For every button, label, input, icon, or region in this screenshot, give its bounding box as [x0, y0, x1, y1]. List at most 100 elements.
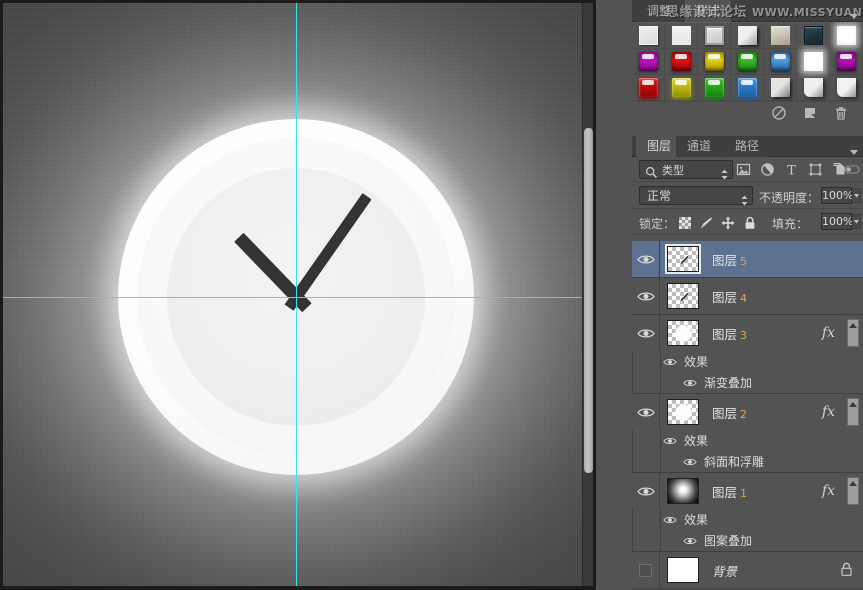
- layer-list[interactable]: 图层 5 图层 4 图层 3 fx 效果 渐变叠加 图层 2 fx 效果 斜面和浮雕 图层 1…: [632, 241, 863, 590]
- layer-thumbnail[interactable]: [667, 320, 699, 346]
- style-swatch[interactable]: [731, 49, 764, 75]
- style-swatch[interactable]: [698, 49, 731, 75]
- document-canvas[interactable]: [3, 3, 587, 586]
- layer-locked-icon[interactable]: [840, 562, 853, 577]
- layer-effects-group-row[interactable]: 效果: [632, 509, 863, 530]
- layer-row[interactable]: 图层 2 fx: [632, 394, 863, 430]
- layer-name[interactable]: 图层 5: [712, 250, 747, 269]
- style-red-gel: [671, 52, 691, 71]
- style-swatch[interactable]: [731, 23, 764, 49]
- tab-styles[interactable]: 样式: [685, 0, 732, 22]
- tab-channels[interactable]: 通道: [676, 136, 723, 157]
- layer-name-text: 图层: [712, 484, 738, 500]
- layer-filter-select[interactable]: 类型: [639, 160, 733, 180]
- layer-thumbnail[interactable]: [667, 557, 699, 583]
- layer-effect-row[interactable]: 斜面和浮雕: [632, 451, 863, 472]
- layer-effects-group-row[interactable]: 效果: [632, 430, 863, 451]
- trash-icon[interactable]: [833, 105, 849, 121]
- style-swatch[interactable]: [632, 23, 665, 49]
- effect-visibility-toggle[interactable]: [681, 455, 699, 469]
- panel-menu-icon[interactable]: [849, 142, 859, 155]
- new-style-icon[interactable]: [802, 105, 818, 121]
- layer-effect-row[interactable]: 渐变叠加: [632, 372, 863, 393]
- style-swatch[interactable]: [665, 23, 698, 49]
- layer-thumbnail[interactable]: [665, 244, 701, 274]
- effects-visibility-toggle[interactable]: [661, 434, 679, 448]
- style-swatch[interactable]: [830, 75, 863, 101]
- move-icon[interactable]: [721, 215, 735, 230]
- layer-name[interactable]: 背景: [712, 561, 737, 580]
- layer-effect-row[interactable]: 图案叠加: [632, 530, 863, 551]
- style-swatch[interactable]: [632, 49, 665, 75]
- styles-swatch-grid[interactable]: [632, 22, 863, 101]
- layer-effects-group-row[interactable]: 效果: [632, 351, 863, 372]
- style-swatch[interactable]: [797, 75, 830, 101]
- panel-menu-icon[interactable]: [849, 6, 859, 19]
- layer-name[interactable]: 图层 1: [712, 482, 747, 501]
- checker-icon[interactable]: [678, 215, 692, 229]
- layer-visibility-toggle[interactable]: [632, 315, 660, 351]
- filter-enable-toggle[interactable]: [844, 162, 860, 177]
- style-swatch[interactable]: [731, 75, 764, 101]
- layer-visibility-toggle[interactable]: [632, 552, 660, 588]
- type-T-icon[interactable]: T: [784, 162, 799, 178]
- layer-row[interactable]: 图层 5: [632, 241, 863, 277]
- layer-visibility-toggle[interactable]: [632, 394, 660, 430]
- style-swatch[interactable]: [797, 23, 830, 49]
- style-swatch[interactable]: [764, 75, 797, 101]
- tab-adjustments[interactable]: 调整: [636, 0, 683, 22]
- style-swatch[interactable]: [698, 75, 731, 101]
- image-icon[interactable]: [736, 162, 751, 177]
- effect-visibility-toggle[interactable]: [681, 376, 699, 390]
- style-swatch[interactable]: [632, 75, 665, 101]
- fill-stepper-icon[interactable]: [851, 213, 862, 230]
- fill-input[interactable]: 100%: [821, 213, 853, 230]
- layer-name[interactable]: 图层 3: [712, 324, 747, 343]
- layer-visibility-toggle[interactable]: [632, 473, 660, 509]
- brush-icon[interactable]: [699, 215, 713, 229]
- layer-effects-badge[interactable]: fx: [822, 404, 835, 420]
- document-vertical-scrollbar[interactable]: [582, 3, 593, 586]
- layer-name[interactable]: 图层 2: [712, 403, 747, 422]
- effect-visibility-toggle[interactable]: [681, 534, 699, 548]
- effects-visibility-toggle[interactable]: [661, 355, 679, 369]
- style-swatch[interactable]: [764, 49, 797, 75]
- layer-group: 图层 4: [632, 278, 863, 315]
- layer-row[interactable]: 背景: [632, 552, 863, 588]
- layer-row[interactable]: 图层 3 fx: [632, 315, 863, 351]
- layers-list-scrollbar-thumb[interactable]: [847, 477, 859, 505]
- style-swatch[interactable]: [797, 49, 830, 75]
- layers-list-scrollbar-thumb[interactable]: [847, 398, 859, 426]
- layer-group: 图层 5: [632, 241, 863, 278]
- layer-effects-badge[interactable]: fx: [822, 483, 835, 499]
- layers-list-scrollbar-thumb[interactable]: [847, 319, 859, 347]
- layer-row[interactable]: 图层 4: [632, 278, 863, 314]
- layer-visibility-toggle[interactable]: [632, 278, 660, 314]
- horizontal-guide[interactable]: [3, 297, 587, 298]
- blend-mode-select[interactable]: 正常: [639, 186, 753, 206]
- layer-effects-badge[interactable]: fx: [822, 325, 835, 341]
- scrollbar-thumb[interactable]: [584, 128, 593, 473]
- shape-icon[interactable]: [808, 162, 823, 177]
- style-swatch[interactable]: [764, 23, 797, 49]
- layer-name[interactable]: 图层 4: [712, 287, 747, 306]
- chevron-updown-icon: [721, 165, 728, 180]
- layer-row[interactable]: 图层 1 fx: [632, 473, 863, 509]
- adjustment-circle-icon[interactable]: [760, 162, 775, 177]
- no-style-icon[interactable]: [771, 105, 787, 121]
- lock-icon[interactable]: [743, 215, 757, 229]
- opacity-input[interactable]: 100%: [821, 187, 853, 204]
- style-swatch[interactable]: [665, 49, 698, 75]
- style-swatch[interactable]: [830, 49, 863, 75]
- vertical-guide[interactable]: [296, 3, 297, 586]
- style-swatch[interactable]: [830, 23, 863, 49]
- tab-paths[interactable]: 路径: [724, 136, 771, 157]
- style-swatch[interactable]: [665, 75, 698, 101]
- layer-thumbnail[interactable]: [667, 478, 699, 504]
- effects-visibility-toggle[interactable]: [661, 513, 679, 527]
- layer-thumbnail[interactable]: [667, 399, 699, 425]
- opacity-stepper-icon[interactable]: [851, 187, 862, 204]
- layer-thumbnail[interactable]: [667, 283, 699, 309]
- style-swatch[interactable]: [698, 23, 731, 49]
- layer-visibility-toggle[interactable]: [632, 241, 660, 277]
